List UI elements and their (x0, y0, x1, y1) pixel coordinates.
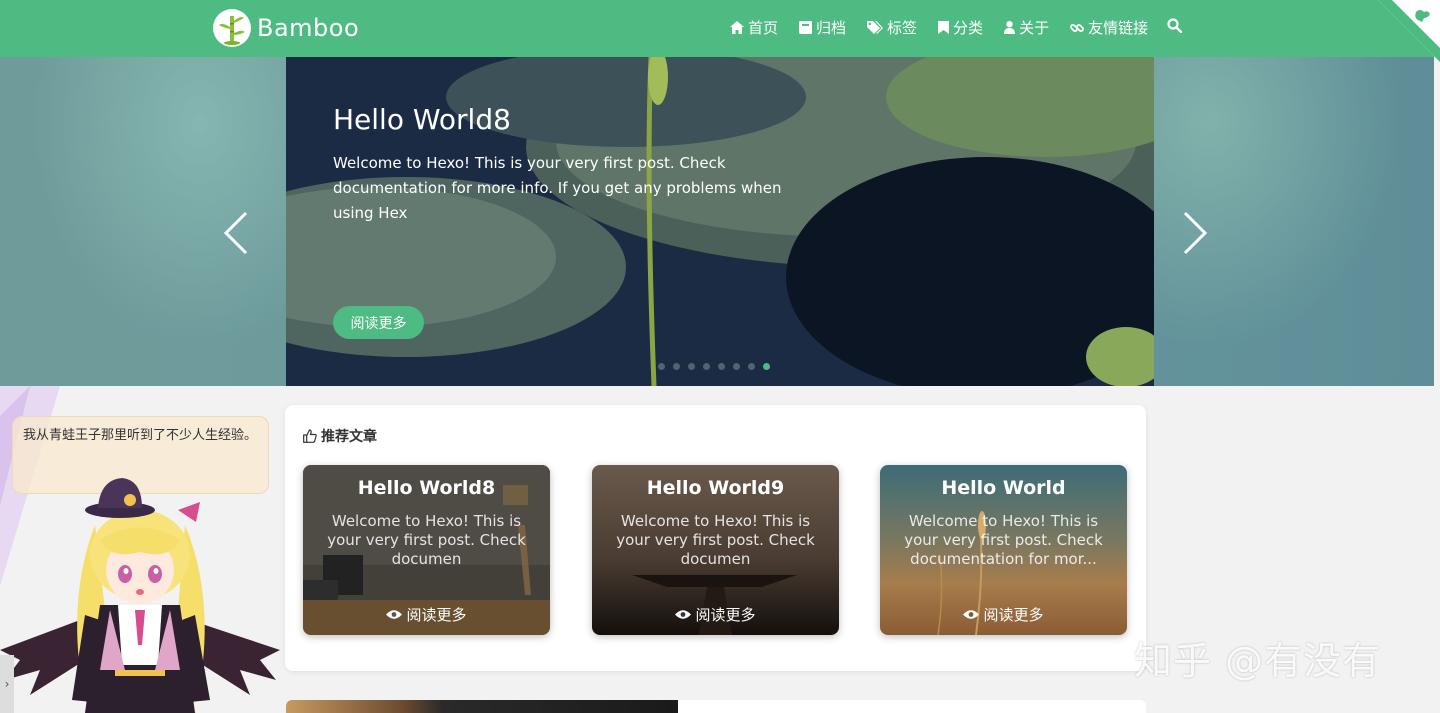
nav-item-archive[interactable]: 归档 (799, 17, 846, 38)
carousel-slide[interactable]: Hello World8 Welcome to Hexo! This is yo… (286, 57, 1154, 386)
slide-excerpt: Welcome to Hexo! This is your very first… (333, 154, 782, 222)
post-read-more[interactable]: 阅读更多 (592, 604, 839, 625)
post-title[interactable]: Hello World9 (592, 477, 839, 499)
post-title[interactable]: Hello World (880, 477, 1127, 499)
carousel-indicators (658, 363, 778, 370)
scrollbar-track[interactable] (1434, 57, 1440, 386)
nav-item-links[interactable]: 友情链接 (1070, 17, 1148, 38)
post-read-more-label: 阅读更多 (983, 606, 1044, 624)
eye-icon (675, 610, 692, 619)
search-icon (1167, 18, 1183, 34)
read-more-button[interactable]: 阅读更多 (333, 306, 424, 339)
nav-item-home[interactable]: 首页 (730, 17, 778, 38)
post-excerpt: Welcome to Hexo! This is your very first… (904, 512, 1103, 568)
post-title[interactable]: Hello World8 (303, 477, 550, 499)
carousel-indicator[interactable] (733, 363, 740, 370)
nav-item-label: 分类 (953, 19, 984, 37)
user-icon (1004, 21, 1016, 34)
nav-item-about[interactable]: 关于 (1004, 17, 1049, 38)
mascot-toggle-button[interactable]: › (0, 655, 14, 713)
post-read-more-label: 阅读更多 (695, 606, 756, 624)
thumbs-up-icon (303, 429, 317, 443)
recommended-heading: 推荐文章 (303, 426, 377, 446)
post-excerpt: Welcome to Hexo! This is your very first… (327, 512, 526, 568)
watermark: 知乎 @有没有 (1134, 639, 1382, 683)
recommended-section: 推荐文章 Hello World8 Welcome to Hexo! This … (285, 405, 1146, 671)
nav-item-label: 友情链接 (1088, 19, 1149, 37)
brand[interactable]: Bamboo (213, 9, 359, 47)
link-icon (1070, 23, 1085, 32)
carousel-indicator[interactable] (718, 363, 725, 370)
post-card[interactable]: Hello World9 Welcome to Hexo! This is yo… (592, 465, 839, 635)
article-cover-image (286, 700, 678, 713)
recommended-heading-label: 推荐文章 (321, 429, 377, 445)
nav-item-tags[interactable]: 标签 (867, 17, 917, 38)
post-card[interactable]: Hello World Welcome to Hexo! This is you… (880, 465, 1127, 635)
carousel-indicator[interactable] (748, 363, 755, 370)
post-read-more[interactable]: 阅读更多 (303, 604, 550, 625)
github-corner-icon[interactable] (1378, 0, 1440, 62)
home-icon (730, 21, 744, 34)
carousel-next-arrow-icon[interactable] (1181, 210, 1209, 256)
live2d-mascot[interactable] (0, 470, 282, 713)
carousel-prev-arrow-icon[interactable] (222, 210, 250, 256)
carousel-indicator[interactable] (658, 363, 665, 370)
eye-icon (963, 610, 980, 619)
post-read-more[interactable]: 阅读更多 (880, 604, 1127, 625)
slide-title[interactable]: Hello World8 (333, 103, 511, 136)
carousel-indicator[interactable] (703, 363, 710, 370)
search-button[interactable] (1167, 18, 1183, 37)
nav-item-label: 归档 (816, 19, 847, 37)
carousel-indicator[interactable] (673, 363, 680, 370)
main-nav: 首页 归档 标签 分类 关于 友情链接 (730, 17, 1183, 38)
bamboo-logo-icon (213, 9, 251, 47)
archive-icon (799, 21, 813, 34)
article-card[interactable] (286, 700, 1146, 713)
eye-icon (386, 610, 403, 619)
post-card[interactable]: Hello World8 Welcome to Hexo! This is yo… (303, 465, 550, 635)
bookmark-icon (938, 21, 950, 34)
carousel-indicator[interactable] (763, 363, 770, 370)
nav-item-label: 标签 (887, 19, 918, 37)
hero-carousel: Hello World8 Welcome to Hexo! This is yo… (0, 57, 1434, 386)
brand-name: Bamboo (257, 14, 360, 42)
nav-item-label: 关于 (1019, 19, 1050, 37)
post-read-more-label: 阅读更多 (406, 606, 467, 624)
navbar: Bamboo 首页 归档 标签 分类 关于 友情链接 (0, 0, 1440, 57)
tags-icon (867, 21, 884, 34)
carousel-indicator[interactable] (688, 363, 695, 370)
nav-item-label: 首页 (748, 19, 779, 37)
nav-item-categories[interactable]: 分类 (938, 17, 983, 38)
post-excerpt: Welcome to Hexo! This is your very first… (616, 512, 815, 568)
